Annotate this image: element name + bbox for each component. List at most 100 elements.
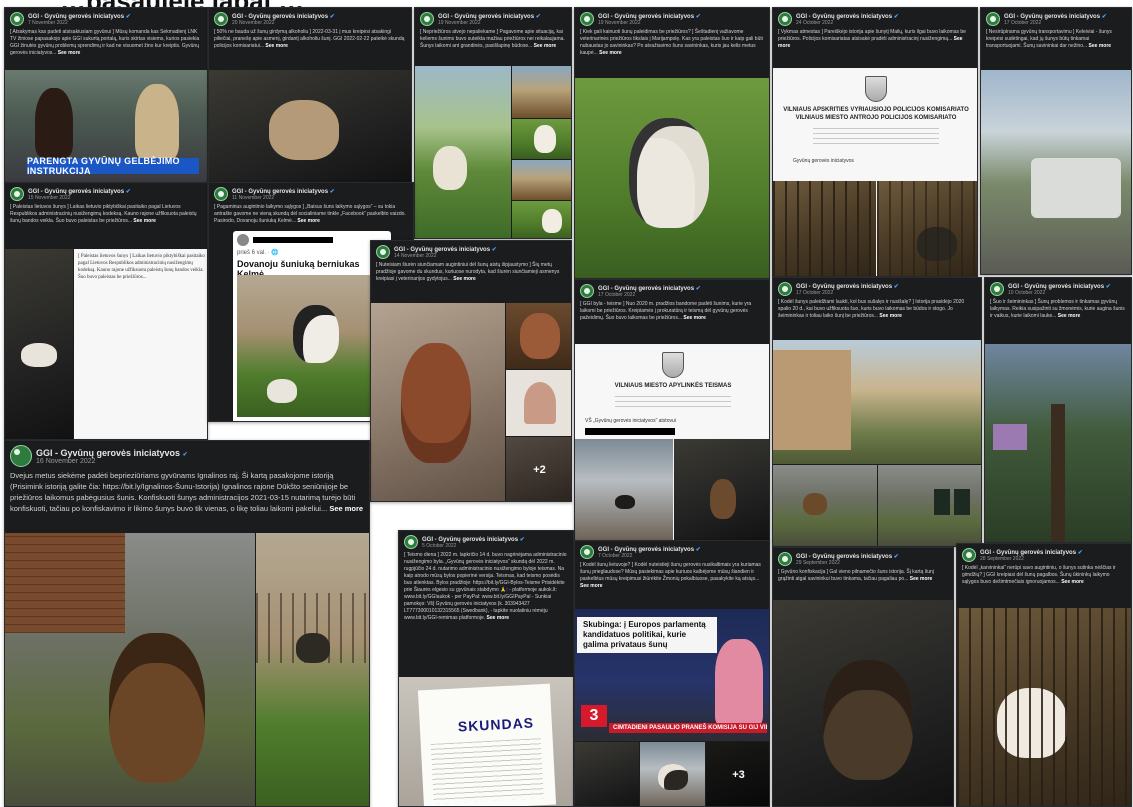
post-photo[interactable] xyxy=(575,439,673,540)
post-date[interactable]: 11 November 2022 xyxy=(232,195,335,201)
author-name[interactable]: GGI - Gyvūnų gerovės iniciatyvos ✔ xyxy=(598,285,701,292)
page-avatar[interactable] xyxy=(580,284,594,298)
video-thumbnail[interactable]: Skubinga: į Europos parlamentą kandidatu… xyxy=(575,609,769,741)
document-image[interactable]: [ Paleistas lietuvos šunys ] Laikas liet… xyxy=(74,249,207,439)
post-photo[interactable] xyxy=(512,66,571,118)
author-name[interactable]: GGI - Gyvūnų gerovės iniciatyvos ✔ xyxy=(1008,283,1111,290)
post-card[interactable]: GGI - Gyvūnų gerovės iniciatyvos ✔ 19 No… xyxy=(574,7,770,279)
post-card[interactable]: GGI - Gyvūnų gerovės iniciatyvos ✔ 16 No… xyxy=(4,440,370,807)
see-more-link[interactable]: See more xyxy=(132,218,156,224)
post-card[interactable]: GGI - Gyvūnų gerovės iniciatyvos ✔ 28 Se… xyxy=(956,543,1132,807)
post-card[interactable]: GGI - Gyvūnų gerovės iniciatyvos ✔ 7 Oct… xyxy=(574,540,770,807)
see-more-link[interactable]: See more xyxy=(1060,579,1084,585)
see-more-link[interactable]: See more xyxy=(296,218,320,224)
see-more-link[interactable]: See more xyxy=(908,576,933,582)
author-name[interactable]: GGI - Gyvūnų gerovės iniciatyvos ✔ xyxy=(394,246,497,253)
author-name[interactable]: GGI - Gyvūnų gerovės iniciatyvos ✔ xyxy=(598,546,701,553)
post-photo[interactable] xyxy=(985,344,1131,542)
see-more-link[interactable]: See more xyxy=(327,504,363,513)
author-name[interactable]: GGI - Gyvūnų gerovės iniciatyvos ✔ xyxy=(796,283,899,290)
document-image[interactable]: VILNIAUS APSKRITIES VYRIAUSIOJO POLICIJO… xyxy=(773,70,977,180)
post-card[interactable]: GGI - Gyvūnų gerovės iniciatyvos ✔ 15 No… xyxy=(4,182,208,440)
post-card[interactable]: GGI - Gyvūnų gerovės iniciatyvos ✔ 19 No… xyxy=(414,7,572,239)
post-photo[interactable] xyxy=(512,201,571,238)
post-photo[interactable] xyxy=(5,533,255,806)
document-image[interactable]: VILNIAUS MIESTO APYLINKĖS TEISMAS VŠ „Gy… xyxy=(575,346,769,438)
post-photo[interactable] xyxy=(878,465,981,546)
post-card[interactable]: GGI - Gyvūnų gerovės iniciatyvos ✔ 17 Oc… xyxy=(980,7,1132,275)
page-avatar[interactable] xyxy=(778,282,792,296)
see-more-link[interactable]: See more xyxy=(264,43,288,49)
post-card[interactable]: GGI - Gyvūnų gerovės iniciatyvos ✔ 14 No… xyxy=(370,240,572,502)
post-card[interactable]: GGI - Gyvūnų gerovės iniciatyvos ✔ 17 Oc… xyxy=(574,279,770,541)
author-name[interactable]: GGI - Gyvūnų gerovės iniciatyvos ✔ xyxy=(598,13,701,20)
post-date[interactable]: 14 November 2022 xyxy=(394,253,497,259)
see-more-link[interactable]: See more xyxy=(598,50,622,56)
post-date[interactable]: 28 September 2022 xyxy=(980,556,1083,562)
post-photo[interactable] xyxy=(773,340,981,464)
author-name[interactable]: GGI - Gyvūnų gerovės iniciatyvos ✔ xyxy=(980,549,1083,556)
author-name[interactable]: GGI - Gyvūnų gerovės iniciatyvos ✔ xyxy=(1004,13,1107,20)
see-more-link[interactable]: See more xyxy=(682,315,706,321)
page-avatar[interactable] xyxy=(962,548,976,562)
shared-facebook-post[interactable]: prieš 6 val. · 🌐 Dovanoju šuniuką berniu… xyxy=(233,231,391,421)
page-avatar[interactable] xyxy=(214,187,228,201)
post-photo[interactable]: PARENGTA GYVŪNŲ GELBĖJIMO INSTRUKCIJA xyxy=(5,70,207,182)
author-name[interactable]: GGI - Gyvūnų gerovės iniciatyvos ✔ xyxy=(422,536,525,543)
post-photo[interactable] xyxy=(877,181,977,276)
page-avatar[interactable] xyxy=(778,552,792,566)
post-card[interactable]: GGI - Gyvūnų gerovės iniciatyvos ✔ 17 Oc… xyxy=(772,277,982,547)
author-name[interactable]: GGI - Gyvūnų gerovės iniciatyvos ✔ xyxy=(796,13,899,20)
post-card[interactable]: GGI - Gyvūnų gerovės iniciatyvos ✔ 24 Oc… xyxy=(772,7,978,277)
see-more-link[interactable]: See more xyxy=(56,50,81,56)
page-avatar[interactable] xyxy=(420,12,434,26)
post-photo[interactable] xyxy=(256,533,369,806)
see-more-link[interactable]: See more xyxy=(1087,43,1112,49)
post-date[interactable]: 29 September 2022 xyxy=(796,560,899,566)
post-card[interactable]: GGI - Gyvūnų gerovės iniciatyvos ✔ 29 Se… xyxy=(772,547,954,807)
post-date[interactable]: 24 October 2022 xyxy=(796,20,899,26)
post-date[interactable]: 20 November 2022 xyxy=(232,20,335,26)
post-photo[interactable] xyxy=(981,70,1131,274)
post-photo[interactable] xyxy=(237,275,387,417)
post-date[interactable]: 19 November 2022 xyxy=(438,20,541,26)
post-photo[interactable] xyxy=(575,78,769,278)
author-name[interactable]: GGI - Gyvūnų gerovės iniciatyvos ✔ xyxy=(796,553,899,560)
page-avatar[interactable] xyxy=(986,12,1000,26)
see-more-link[interactable]: See more xyxy=(580,583,603,589)
post-date[interactable]: 10 October 2022 xyxy=(1008,290,1111,296)
author-name[interactable]: GGI - Gyvūnų gerovės iniciatyvos ✔ xyxy=(28,188,131,195)
post-photo[interactable] xyxy=(575,742,639,806)
post-card[interactable]: GGI - Gyvūnų gerovės iniciatyvos ✔ 20 No… xyxy=(208,7,412,183)
post-photo[interactable] xyxy=(512,160,571,200)
post-card[interactable]: GGI - Gyvūnų gerovės iniciatyvos ✔ 10 Oc… xyxy=(984,277,1132,543)
page-avatar[interactable] xyxy=(376,245,390,259)
see-more-link[interactable]: See more xyxy=(778,36,963,49)
post-photo[interactable] xyxy=(773,181,876,276)
page-avatar[interactable] xyxy=(580,12,594,26)
author-name[interactable]: GGI - Gyvūnų gerovės iniciatyvos ✔ xyxy=(36,448,188,458)
post-photo[interactable]: +3 xyxy=(706,742,769,806)
page-avatar[interactable] xyxy=(990,282,1004,296)
post-photo[interactable] xyxy=(674,439,769,540)
page-avatar[interactable] xyxy=(214,12,228,26)
more-photos-count[interactable]: +3 xyxy=(706,742,769,806)
post-photo[interactable] xyxy=(415,66,511,238)
page-avatar[interactable] xyxy=(10,12,24,26)
see-more-link[interactable]: See more xyxy=(532,43,557,49)
post-photo[interactable] xyxy=(209,70,411,182)
post-card[interactable]: GGI - Gyvūnų gerovės iniciatyvos ✔ 5 Oct… xyxy=(398,530,574,807)
author-name[interactable]: GGI - Gyvūnų gerovės iniciatyvos ✔ xyxy=(232,13,335,20)
page-avatar[interactable] xyxy=(404,535,418,549)
post-photo[interactable] xyxy=(506,370,571,436)
post-photo[interactable] xyxy=(957,608,1131,806)
page-avatar[interactable] xyxy=(10,187,24,201)
post-photo[interactable] xyxy=(506,303,571,369)
post-date[interactable]: 15 November 2022 xyxy=(28,195,131,201)
page-avatar[interactable] xyxy=(580,545,594,559)
author-name[interactable]: GGI - Gyvūnų gerovės iniciatyvos ✔ xyxy=(28,13,131,20)
post-date[interactable]: 17 October 2022 xyxy=(598,292,701,298)
post-date[interactable]: 5 October 2022 xyxy=(422,543,525,549)
see-more-link[interactable]: See more xyxy=(1056,313,1081,319)
post-photo[interactable] xyxy=(5,249,73,439)
